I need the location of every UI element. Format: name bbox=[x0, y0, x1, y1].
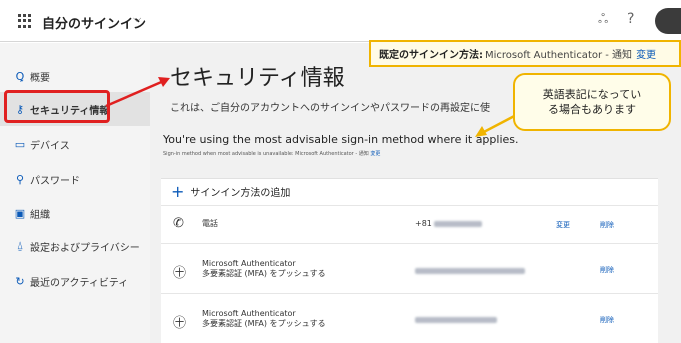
lock-icon: ⍙ bbox=[16, 239, 24, 252]
app-title[interactable]: 自分のサインイン bbox=[42, 13, 146, 32]
change-link[interactable]: 変更 bbox=[556, 220, 570, 230]
method-value: +81 bbox=[415, 219, 483, 228]
advisable-change-link[interactable]: 変更 bbox=[370, 151, 380, 157]
chevron-down-icon[interactable]: ⌵ bbox=[133, 12, 141, 26]
highlight-box bbox=[4, 90, 110, 123]
method-name-block: Microsoft Authenticator 多要素認証 (MFA) をプッシ… bbox=[202, 259, 326, 279]
avatar[interactable] bbox=[655, 8, 681, 34]
page-description: これは、ご自分のアカウントへのサインインやパスワードの再設定に使 bbox=[170, 103, 490, 114]
callout-line-1: 英語表記になってい bbox=[542, 88, 642, 101]
organization-icon[interactable]: ஃ bbox=[598, 12, 608, 28]
key-icon: ⚲ bbox=[15, 172, 25, 186]
delete-link[interactable]: 削除 bbox=[600, 265, 614, 275]
delete-link[interactable]: 削除 bbox=[600, 220, 614, 230]
phone-icon: ✆ bbox=[173, 216, 184, 231]
sidebar-item-password[interactable]: ⚲ パスワード bbox=[0, 162, 150, 196]
default-signin-change-link[interactable]: 変更 bbox=[636, 46, 656, 61]
sidebar-item-settings-privacy[interactable]: ⍙ 設定およびプライバシー bbox=[0, 229, 150, 263]
method-value bbox=[415, 315, 497, 324]
sidebar-item-label: 設定およびプライバシー bbox=[30, 242, 140, 254]
default-signin-value: Microsoft Authenticator - 通知 bbox=[485, 50, 633, 61]
divider bbox=[161, 243, 658, 244]
sidebar-item-label: 最近のアクティビティ bbox=[30, 277, 129, 289]
sidebar-item-label: デバイス bbox=[30, 140, 70, 152]
redacted-value bbox=[415, 316, 497, 323]
advisable-method-subtext: Sign-in method when most advisable is un… bbox=[163, 150, 380, 157]
method-subtitle: 多要素認証 (MFA) をプッシュする bbox=[202, 319, 326, 328]
laptop-icon: ▭ bbox=[14, 137, 26, 151]
sidebar-item-devices[interactable]: ▭ デバイス bbox=[0, 127, 150, 161]
red-arrow-annotation bbox=[105, 77, 170, 108]
advisable-subtext-label: Sign-in method when most advisable is un… bbox=[163, 151, 369, 157]
default-signin-label: 既定のサインイン方法: bbox=[379, 50, 483, 61]
page-title: セキュリティ情報 bbox=[170, 66, 345, 91]
callout-line-2: る場合もあります bbox=[547, 103, 636, 116]
method-name: Microsoft Authenticator bbox=[202, 309, 296, 318]
plus-icon: + bbox=[171, 181, 185, 201]
advisable-method-text: You're using the most advisable sign-in … bbox=[163, 133, 519, 146]
top-bar: 自分のサインイン ⌵ ஃ ? bbox=[0, 0, 681, 42]
redacted-value bbox=[434, 220, 483, 227]
sidebar-item-recent-activity[interactable]: ↻ 最近のアクティビティ bbox=[0, 264, 150, 298]
add-signin-method-label: サインイン方法の追加 bbox=[190, 188, 291, 199]
sidebar-item-label: 概要 bbox=[30, 72, 50, 84]
person-icon: Ꝗ bbox=[15, 69, 25, 83]
method-name-block: Microsoft Authenticator 多要素認証 (MFA) をプッシ… bbox=[202, 309, 326, 329]
method-subtitle: 多要素認証 (MFA) をプッシュする bbox=[202, 269, 326, 278]
method-name: 電話 bbox=[202, 219, 218, 228]
delete-link[interactable]: 削除 bbox=[600, 315, 614, 325]
divider bbox=[161, 293, 658, 294]
default-signin-banner: 既定のサインイン方法: Microsoft Authenticator - 通知… bbox=[369, 40, 681, 67]
add-signin-method-button[interactable]: + サインイン方法の追加 bbox=[171, 181, 291, 201]
sidebar-item-label: パスワード bbox=[30, 175, 80, 187]
help-icon[interactable]: ? bbox=[627, 11, 634, 27]
history-icon: ↻ bbox=[15, 274, 25, 288]
divider bbox=[161, 205, 658, 206]
building-icon: ▣ bbox=[14, 206, 26, 220]
sidebar-item-label: 組織 bbox=[30, 209, 50, 221]
method-name: Microsoft Authenticator bbox=[202, 259, 296, 268]
authenticator-icon: ㊉ bbox=[173, 316, 187, 331]
authenticator-icon: ㊉ bbox=[173, 266, 187, 281]
redacted-value bbox=[415, 267, 525, 274]
note-callout: 英語表記になってい る場合もあります bbox=[513, 73, 671, 131]
sidebar-item-organizations[interactable]: ▣ 組織 bbox=[0, 196, 150, 230]
phone-country-code: +81 bbox=[415, 219, 432, 228]
method-value bbox=[415, 266, 525, 275]
app-launcher-icon[interactable] bbox=[18, 14, 32, 28]
